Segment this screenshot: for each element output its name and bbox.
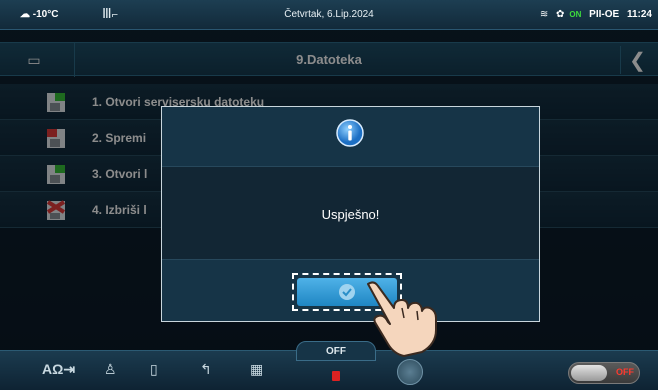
info-dialog: Uspješno! (161, 106, 540, 322)
power-knob-icon[interactable] (397, 359, 423, 385)
tank-icon[interactable]: ▯ (150, 361, 158, 378)
power-toggle[interactable]: OFF (568, 362, 640, 384)
toggle-knob (571, 365, 607, 381)
wifi-icon: ≋ (539, 9, 549, 20)
dialog-message: Uspješno! (321, 207, 380, 222)
toggle-label: OFF (616, 367, 634, 377)
status-right: ≋ ✿ ON PII-OE 11:24 (535, 9, 652, 20)
on-badge: ON (569, 10, 582, 19)
bottom-bar: ΑΩ⇥ ♙ ▯ ↰ ▦ OFF OFF (0, 341, 658, 390)
mode-label: PII-OE (589, 9, 620, 20)
status-indicator (332, 371, 340, 381)
clock: 11:24 (626, 9, 652, 20)
tap-icon[interactable]: ↰ (200, 361, 212, 378)
info-icon (336, 119, 364, 147)
checkmark-icon (339, 284, 355, 300)
screen: ☁ -10°C Ⅲ⌐ Četvrtak, 6.Lip.2024 ≋ ✿ ON PI… (0, 0, 658, 390)
pointing-hand-icon (367, 281, 437, 357)
fan-icon: ✿ (556, 9, 565, 20)
heating-mode-icon[interactable]: ΑΩ⇥ (42, 361, 75, 378)
dialog-header (162, 107, 539, 167)
radiator-icon[interactable]: ▦ (250, 361, 263, 378)
status-bar: ☁ -10°C Ⅲ⌐ Četvrtak, 6.Lip.2024 ≋ ✿ ON PI… (0, 0, 658, 30)
flame-icon[interactable]: ♙ (104, 361, 117, 378)
